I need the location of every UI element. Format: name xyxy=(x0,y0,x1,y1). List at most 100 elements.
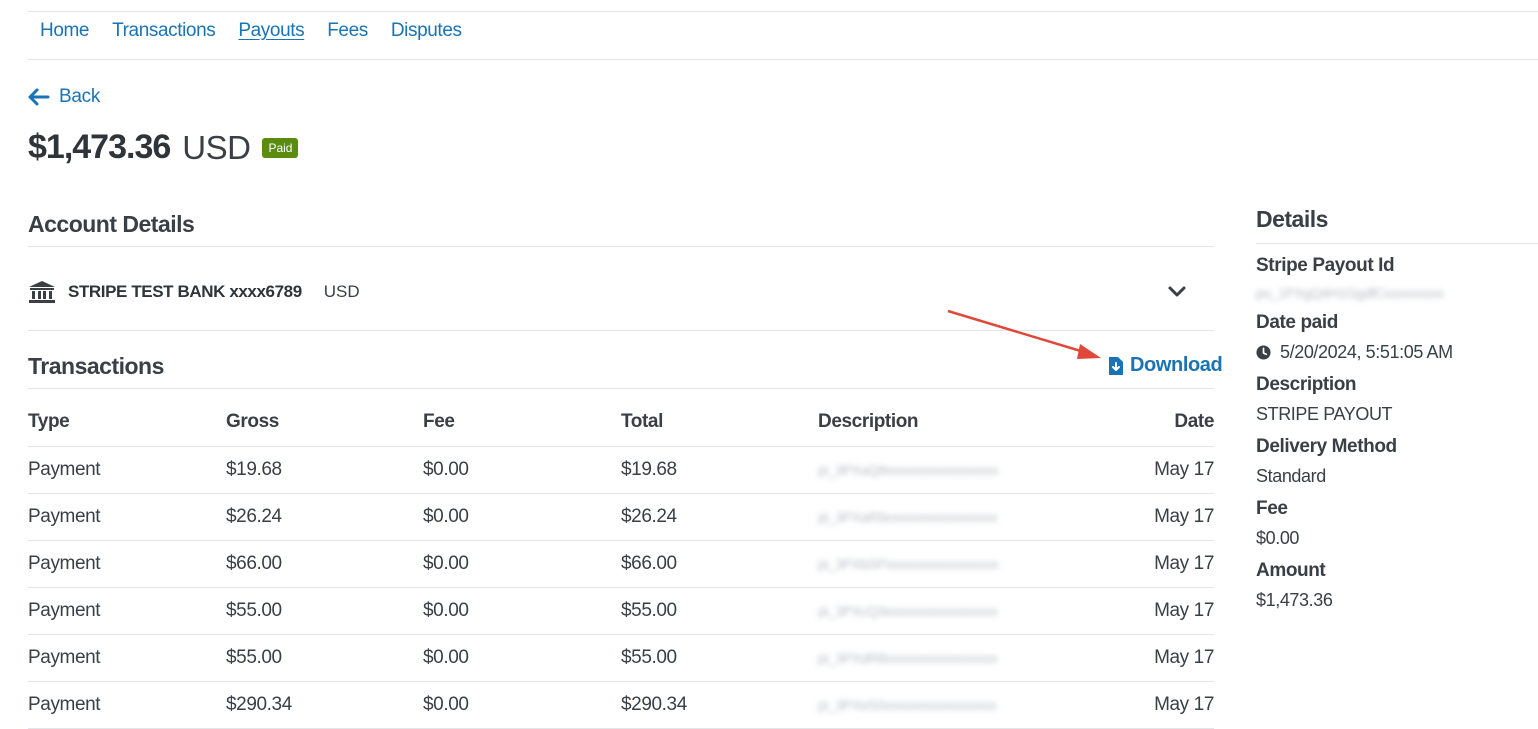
arrow-left-icon xyxy=(28,88,50,106)
nav-disputes[interactable]: Disputes xyxy=(391,20,462,42)
cell-date: May 17 xyxy=(1118,540,1214,588)
cell-type: Payment xyxy=(28,634,226,682)
cell-fee: $0.00 xyxy=(423,634,621,682)
transactions-table: Type Gross Fee Total Description Date Pa… xyxy=(28,398,1214,729)
payout-id-text: po_1PXgQ4H1GgdfCxxxxxxxxx xyxy=(1256,285,1444,301)
table-row[interactable]: Payment $26.24 $0.00 $26.24 pi_3PXaR9xxx… xyxy=(28,493,1214,541)
details-title: Details xyxy=(1256,206,1328,232)
cell-gross: $66.00 xyxy=(226,540,423,588)
cell-description: pi_3PXeS0xxxxxxxxxxxxxxxxx xyxy=(818,681,1118,729)
nav-home[interactable]: Home xyxy=(40,20,89,42)
payout-currency: USD xyxy=(182,128,251,166)
fee-value: $0.00 xyxy=(1256,528,1300,548)
transactions-divider xyxy=(28,388,1214,389)
details-panel: Details Stripe Payout Id po_1PXgQ4H1Ggdf… xyxy=(1256,206,1538,611)
cell-date: May 17 xyxy=(1118,587,1214,635)
table-row[interactable]: Payment $55.00 $0.00 $55.00 pi_3PXcQ3xxx… xyxy=(28,587,1214,635)
table-row[interactable]: Payment $55.00 $0.00 $55.00 pi_3PXdR8xxx… xyxy=(28,634,1214,682)
back-link[interactable]: Back xyxy=(28,86,100,108)
table-row[interactable]: Payment $66.00 $0.00 $66.00 pi_3PXbSPxxx… xyxy=(28,540,1214,588)
nav-divider xyxy=(28,59,1538,60)
file-download-icon xyxy=(1109,356,1123,375)
cell-total: $55.00 xyxy=(621,587,818,635)
col-type[interactable]: Type xyxy=(28,398,226,447)
bank-icon xyxy=(29,281,55,303)
cell-gross: $55.00 xyxy=(226,587,423,635)
nav-transactions[interactable]: Transactions xyxy=(112,20,216,42)
description-text: pi_3PXeS0xxxxxxxxxxxxxxxxx xyxy=(818,696,997,713)
cell-type: Payment xyxy=(28,540,226,588)
bank-currency: USD xyxy=(323,282,360,301)
account-row-divider xyxy=(28,330,1214,331)
col-fee[interactable]: Fee xyxy=(423,398,621,447)
description-text: pi_3PXaQ8xxxxxxxxxxxxxxxxx xyxy=(818,461,999,478)
chevron-down-icon[interactable] xyxy=(1166,284,1188,300)
description-text: pi_3PXbSPxxxxxxxxxxxxxxxxx xyxy=(818,555,999,572)
cell-type: Payment xyxy=(28,446,226,494)
cell-fee: $0.00 xyxy=(423,540,621,588)
description-label: Description xyxy=(1256,374,1357,395)
cell-date: May 17 xyxy=(1118,634,1214,682)
col-gross[interactable]: Gross xyxy=(226,398,423,447)
delivery-method-label: Delivery Method xyxy=(1256,436,1397,457)
payout-header: $1,473.36 USD Paid xyxy=(28,128,299,167)
account-details-title: Account Details xyxy=(28,211,195,237)
transactions-title: Transactions xyxy=(28,353,164,379)
cell-fee: $0.00 xyxy=(423,681,621,729)
cell-date: May 17 xyxy=(1118,681,1214,729)
cell-type: Payment xyxy=(28,681,226,729)
cell-fee: $0.00 xyxy=(423,493,621,541)
col-date[interactable]: Date xyxy=(1118,398,1214,447)
cell-fee: $0.00 xyxy=(423,587,621,635)
top-nav: Home Transactions Payouts Fees Disputes xyxy=(40,20,462,42)
cell-description: pi_3PXaR9xxxxxxxxxxxxxxxxx xyxy=(818,493,1118,541)
cell-gross: $290.34 xyxy=(226,681,423,729)
cell-total: $290.34 xyxy=(621,681,818,729)
date-paid-label: Date paid xyxy=(1256,312,1338,333)
status-badge: Paid xyxy=(262,137,299,158)
cell-description: pi_3PXcQ3xxxxxxxxxxxxxxxxx xyxy=(818,587,1118,635)
nav-payouts[interactable]: Payouts xyxy=(238,20,304,42)
cell-total: $66.00 xyxy=(621,540,818,588)
cell-gross: $26.24 xyxy=(226,493,423,541)
cell-type: Payment xyxy=(28,493,226,541)
col-description[interactable]: Description xyxy=(818,398,1118,447)
download-button[interactable]: Download xyxy=(1108,354,1223,377)
date-paid-text: 5/20/2024, 5:51:05 AM xyxy=(1280,342,1453,362)
description-text: pi_3PXdR8xxxxxxxxxxxxxxxxx xyxy=(818,649,998,666)
download-label: Download xyxy=(1130,354,1223,376)
payout-id-value: po_1PXgQ4H1GgdfCxxxxxxxxx xyxy=(1256,285,1538,301)
top-divider xyxy=(28,11,1538,12)
description-text: pi_3PXaR9xxxxxxxxxxxxxxxxx xyxy=(818,508,998,525)
fee-label: Fee xyxy=(1256,498,1288,519)
payout-amount: $1,473.36 xyxy=(28,128,171,166)
nav-fees[interactable]: Fees xyxy=(327,20,368,42)
cell-date: May 17 xyxy=(1118,493,1214,541)
amount-label: Amount xyxy=(1256,560,1326,581)
cell-description: pi_3PXdR8xxxxxxxxxxxxxxxxx xyxy=(818,634,1118,682)
cell-date: May 17 xyxy=(1118,446,1214,494)
details-divider xyxy=(1256,243,1538,244)
description-text: pi_3PXcQ3xxxxxxxxxxxxxxxxx xyxy=(818,602,998,619)
description-value: STRIPE PAYOUT xyxy=(1256,404,1393,424)
col-total[interactable]: Total xyxy=(621,398,818,447)
cell-type: Payment xyxy=(28,587,226,635)
cell-fee: $0.00 xyxy=(423,446,621,494)
bank-account-row: STRIPE TEST BANK xxxx6789 USD xyxy=(28,280,360,304)
back-label: Back xyxy=(59,86,101,107)
cell-description: pi_3PXaQ8xxxxxxxxxxxxxxxxx xyxy=(818,446,1118,494)
account-details-divider xyxy=(28,246,1214,247)
cell-total: $19.68 xyxy=(621,446,818,494)
date-paid-value: 5/20/2024, 5:51:05 AM xyxy=(1256,342,1538,363)
amount-value: $1,473.36 xyxy=(1256,590,1333,610)
bank-name: STRIPE TEST BANK xxxx6789 xyxy=(68,282,302,301)
table-row[interactable]: Payment $290.34 $0.00 $290.34 pi_3PXeS0x… xyxy=(28,681,1214,729)
cell-total: $55.00 xyxy=(621,634,818,682)
cell-total: $26.24 xyxy=(621,493,818,541)
table-row[interactable]: Payment $19.68 $0.00 $19.68 pi_3PXaQ8xxx… xyxy=(28,446,1214,494)
table-header-row: Type Gross Fee Total Description Date xyxy=(28,398,1214,447)
payout-id-label: Stripe Payout Id xyxy=(1256,255,1395,276)
clock-icon xyxy=(1256,345,1271,360)
delivery-method-value: Standard xyxy=(1256,466,1326,486)
cell-gross: $55.00 xyxy=(226,634,423,682)
